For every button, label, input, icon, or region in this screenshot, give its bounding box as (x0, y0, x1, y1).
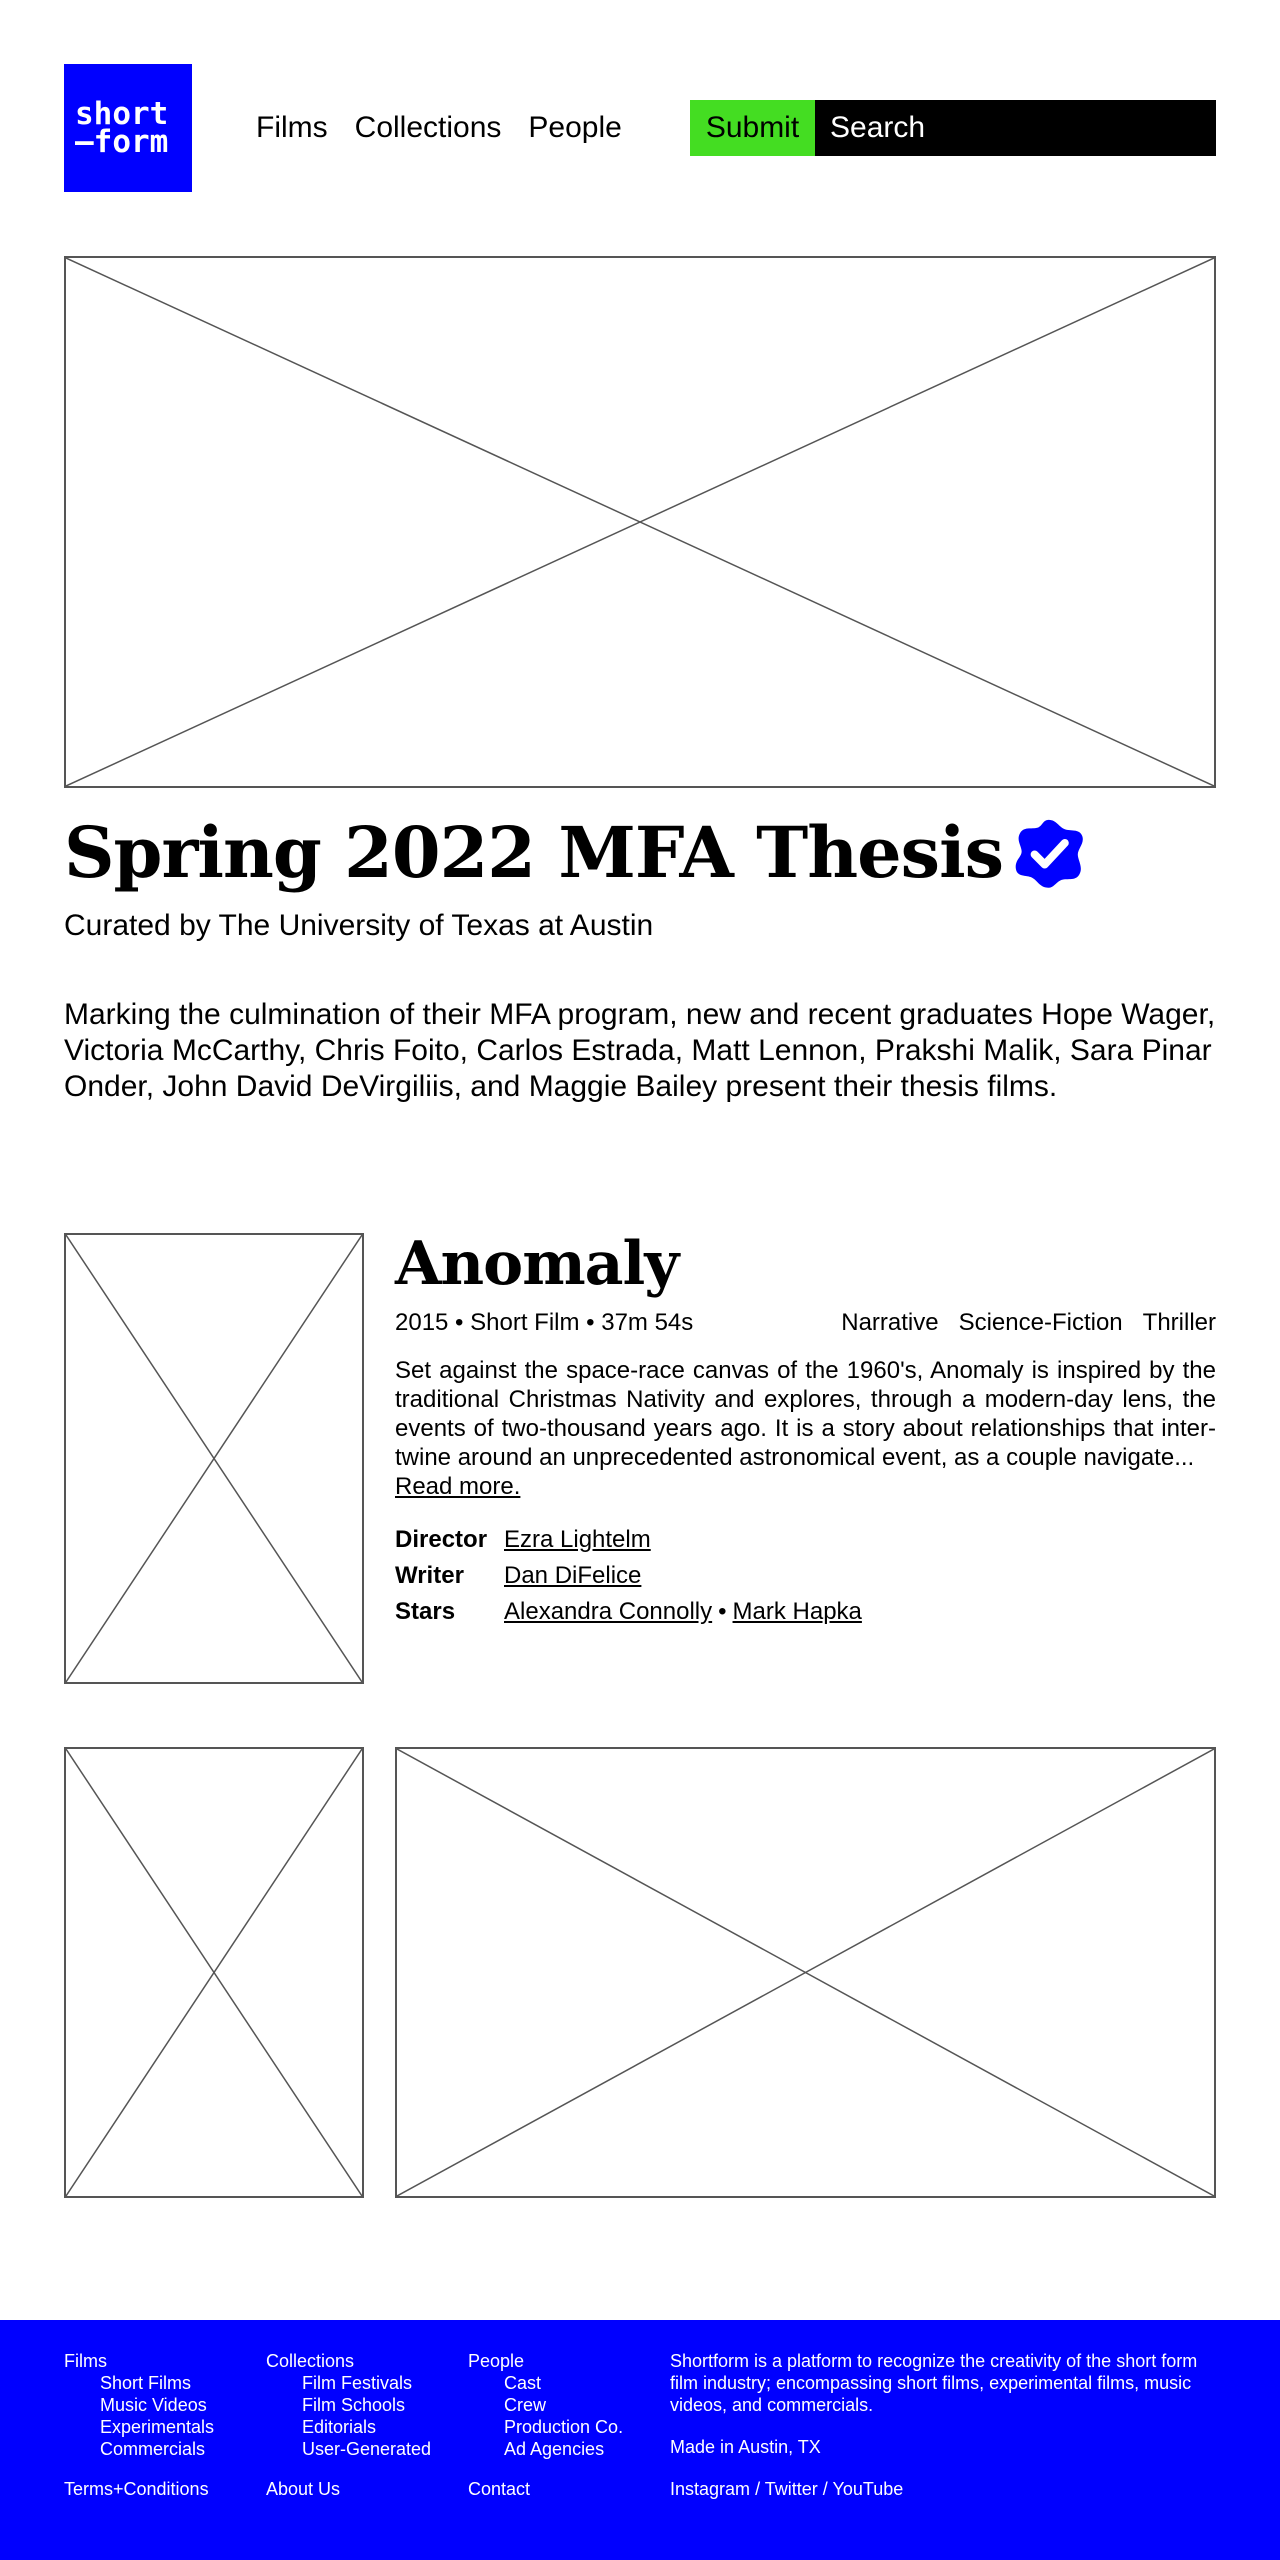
logo-line-2: —form (75, 124, 169, 160)
credit-label: Stars (395, 1598, 456, 1625)
social-separator: / (755, 2479, 761, 2499)
terms-link[interactable]: Terms+Conditions (64, 2478, 209, 2500)
footer-people-heading[interactable]: People (468, 2350, 623, 2372)
film-genres: Narrative Science-Fiction Thriller (841, 1306, 1216, 1340)
footer-link[interactable]: Cast (468, 2372, 623, 2394)
footer-link[interactable]: Film Schools (266, 2394, 431, 2416)
nav-people[interactable]: People (528, 108, 621, 148)
site-header: short —form Films Collections People Sub… (64, 64, 1216, 192)
about-us-link[interactable]: About Us (266, 2478, 340, 2500)
film-still-image[interactable] (395, 1747, 1216, 2198)
footer-collections-heading[interactable]: Collections (266, 2350, 431, 2372)
director-link[interactable]: Ezra Lightelm (504, 1522, 651, 1558)
footer-link[interactable]: Commercials (64, 2438, 214, 2460)
star-separator: • (718, 1598, 727, 1625)
credit-label: Director (395, 1526, 488, 1553)
youtube-link[interactable]: YouTube (833, 2479, 904, 2499)
footer-link[interactable]: Music Videos (64, 2394, 214, 2416)
credit-row-writer: Writer Dan DiFelice (395, 1558, 862, 1594)
footer-collections-column: Collections Film Festivals Film Schools … (266, 2350, 431, 2460)
nav-collections[interactable]: Collections (355, 108, 502, 148)
film-synopsis-text: Set against the space-race canvas of the… (395, 1357, 1216, 1471)
film-meta: 2015 • Short Film • 37m 54s Narrative Sc… (395, 1306, 1216, 1340)
search-input[interactable] (815, 100, 1216, 156)
film-credits: Director Ezra Lightelm Writer Dan DiFeli… (395, 1522, 862, 1630)
star-link[interactable]: Mark Hapka (733, 1594, 862, 1630)
collection-hero-image (64, 256, 1216, 788)
made-in-prefix: Made in (670, 2437, 735, 2457)
genre-tag[interactable]: Thriller (1143, 1306, 1216, 1340)
footer-films-column: Films Short Films Music Videos Experimen… (64, 2350, 214, 2460)
nav-films[interactable]: Films (256, 108, 328, 148)
main-nav: Films Collections People (256, 108, 622, 148)
genre-tag[interactable]: Science-Fiction (959, 1306, 1123, 1340)
footer-link[interactable]: Film Festivals (266, 2372, 431, 2394)
film-poster-image[interactable] (64, 1747, 364, 2198)
instagram-link[interactable]: Instagram (670, 2479, 750, 2499)
credit-label: Writer (395, 1562, 464, 1589)
footer-link[interactable]: User-Generated (266, 2438, 431, 2460)
made-in-location-link[interactable]: Austin, TX (738, 2437, 821, 2457)
social-separator: / (822, 2479, 828, 2499)
collection-description: Marking the culmination of their MFA pro… (64, 998, 1216, 1103)
footer-link[interactable]: Experimentals (64, 2416, 214, 2438)
credit-row-director: Director Ezra Lightelm (395, 1522, 862, 1558)
footer-link[interactable]: Editorials (266, 2416, 431, 2438)
footer-link[interactable]: Short Films (64, 2372, 214, 2394)
genre-tag[interactable]: Narrative (841, 1306, 938, 1340)
collection-curator: Curated by The University of Texas at Au… (64, 909, 654, 942)
film-synopsis: Set against the space-race canvas of the… (395, 1356, 1216, 1501)
star-link[interactable]: Alexandra Connolly (504, 1594, 712, 1630)
footer-link[interactable]: Crew (468, 2394, 623, 2416)
submit-button[interactable]: Submit (690, 100, 815, 156)
film-title[interactable]: Anomaly (395, 1226, 679, 1302)
search-bar: Submit (690, 100, 1216, 156)
collection-title-text: Spring 2022 MFA Thesis (64, 811, 1004, 894)
film-meta-text: 2015 • Short Film • 37m 54s (395, 1309, 694, 1336)
footer-about-text: Shortform is a platform to recognize the… (670, 2351, 1198, 2415)
read-more-link[interactable]: Read more. (395, 1473, 520, 1500)
writer-link[interactable]: Dan DiFelice (504, 1558, 641, 1594)
site-footer: Films Short Films Music Videos Experimen… (0, 2320, 1280, 2560)
twitter-link[interactable]: Twitter (765, 2479, 818, 2499)
contact-link[interactable]: Contact (468, 2478, 530, 2500)
footer-people-column: People Cast Crew Production Co. Ad Agenc… (468, 2350, 623, 2460)
collection-title: Spring 2022 MFA Thesis (64, 808, 1085, 898)
footer-link[interactable]: Production Co. (468, 2416, 623, 2438)
site-logo[interactable]: short —form (64, 64, 192, 192)
footer-link[interactable]: Ad Agencies (468, 2438, 623, 2460)
film-poster-image[interactable] (64, 1233, 364, 1684)
verified-badge-icon (1015, 819, 1083, 888)
footer-made-in: Made in Austin, TX (670, 2436, 821, 2458)
footer-social-links: Instagram / Twitter / YouTube (670, 2478, 903, 2500)
credit-row-stars: Stars Alexandra Connolly • Mark Hapka (395, 1594, 862, 1630)
footer-films-heading[interactable]: Films (64, 2350, 214, 2372)
